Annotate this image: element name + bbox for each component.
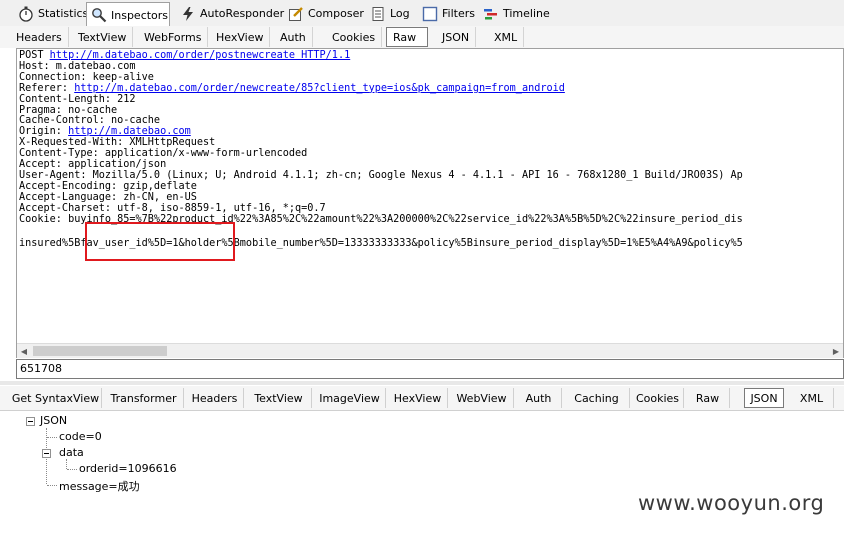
response-tab-cookies[interactable]: Cookies xyxy=(632,388,684,408)
scroll-left-icon[interactable]: ◀ xyxy=(17,344,31,358)
magnifier-icon xyxy=(91,7,107,23)
timeline-icon xyxy=(483,6,499,22)
stopwatch-icon xyxy=(18,6,34,22)
highlight-box xyxy=(85,222,235,261)
tab-log-label: Log xyxy=(390,7,410,20)
find-input[interactable]: 651708 xyxy=(16,359,844,379)
request-tab-xml[interactable]: XML xyxy=(488,27,525,47)
tab-timeline[interactable]: Timeline xyxy=(479,3,554,24)
raw-request-textarea[interactable]: POST http://m.datebao.com/order/postnewc… xyxy=(16,48,844,358)
header-origin-label: Origin: xyxy=(19,126,69,138)
response-tab-webview[interactable]: WebView xyxy=(450,388,514,408)
response-tab-hexview[interactable]: HexView xyxy=(388,388,448,408)
request-tab-json[interactable]: JSON xyxy=(436,27,477,47)
request-tab-headers[interactable]: Headers xyxy=(10,27,69,47)
request-tab-cookies[interactable]: Cookies xyxy=(326,27,383,47)
json-root-collapse-icon[interactable] xyxy=(26,417,35,426)
json-root-node[interactable]: JSON xyxy=(40,414,67,427)
response-tab-auth[interactable]: Auth xyxy=(516,388,562,408)
scroll-right-icon[interactable]: ▶ xyxy=(829,344,843,358)
origin-url-link[interactable]: http://m.datebao.com xyxy=(68,126,191,137)
header-referer-label: Referer: xyxy=(19,82,75,94)
tab-autoresponder-label: AutoResponder xyxy=(200,7,285,20)
response-tab-json[interactable]: JSON xyxy=(744,388,784,408)
header-content-length: Content-Length: 212 xyxy=(19,93,136,105)
tab-composer-label: Composer xyxy=(308,7,364,20)
tab-inspectors[interactable]: Inspectors xyxy=(86,2,170,27)
json-node-code[interactable]: code=0 xyxy=(59,430,102,443)
response-tab-caching[interactable]: Caching xyxy=(564,388,630,408)
response-tab-textview[interactable]: TextView xyxy=(246,388,312,408)
main-tab-bar: Statistics Inspectors AutoResponder Comp… xyxy=(0,0,844,27)
header-cache-control: Cache-Control: no-cache xyxy=(19,115,161,127)
json-node-data[interactable]: data xyxy=(59,446,84,459)
header-accept-language: Accept-Language: zh-CN, en-US xyxy=(19,191,197,203)
response-tab-bar: Get SyntaxView Transformer Headers TextV… xyxy=(0,386,844,411)
watermark-text: www.wooyun.org xyxy=(638,491,825,515)
header-x-requested-with: X-Requested-With: XMLHttpRequest xyxy=(19,137,216,149)
tab-timeline-label: Timeline xyxy=(503,7,550,20)
referer-url-link[interactable]: http://m.datebao.com/order/newcreate/85?… xyxy=(74,83,565,94)
header-pragma: Pragma: no-cache xyxy=(19,104,118,116)
request-tab-textview[interactable]: TextView xyxy=(72,27,134,47)
checkbox-icon xyxy=(422,6,438,22)
request-tab-webforms[interactable]: WebForms xyxy=(138,27,209,47)
header-connection: Connection: keep-alive xyxy=(19,71,154,83)
tab-filters[interactable]: Filters xyxy=(418,3,479,24)
request-tab-raw[interactable]: Raw xyxy=(386,27,428,47)
request-url-link[interactable]: http://m.datebao.com/order/postnewcreate… xyxy=(50,50,351,61)
tree-line xyxy=(66,459,67,469)
json-node-orderid[interactable]: orderid=1096616 xyxy=(79,462,177,475)
raw-request-headers: POST http://m.datebao.com/order/postnewc… xyxy=(19,50,743,226)
tab-log[interactable]: Log xyxy=(366,3,414,24)
header-host: Host: m.datebao.com xyxy=(19,60,136,72)
response-tab-get-syntaxview[interactable]: Get SyntaxView xyxy=(10,388,102,408)
tab-filters-label: Filters xyxy=(442,7,475,20)
json-data-collapse-icon[interactable] xyxy=(42,449,51,458)
tree-line xyxy=(47,437,57,438)
header-accept: Accept: application/json xyxy=(19,159,167,171)
tab-composer[interactable]: Composer xyxy=(284,3,368,24)
tab-statistics-label: Statistics xyxy=(38,7,89,20)
header-accept-encoding: Accept-Encoding: gzip,deflate xyxy=(19,180,197,192)
response-tab-xml[interactable]: XML xyxy=(790,388,834,408)
log-icon xyxy=(370,6,386,22)
response-tab-raw[interactable]: Raw xyxy=(686,388,730,408)
pencil-icon xyxy=(288,6,304,22)
tab-statistics[interactable]: Statistics xyxy=(14,3,92,24)
request-tab-auth[interactable]: Auth xyxy=(274,27,313,47)
header-user-agent: User-Agent: Mozilla/5.0 (Linux; U; Andro… xyxy=(19,169,743,181)
horizontal-scrollbar[interactable]: ◀ ▶ xyxy=(17,343,843,358)
tab-autoresponder[interactable]: AutoResponder xyxy=(176,3,288,24)
pane-splitter[interactable] xyxy=(0,381,844,385)
request-method: POST xyxy=(19,50,50,61)
tree-line xyxy=(47,485,57,486)
response-tab-headers[interactable]: Headers xyxy=(186,388,244,408)
lightning-icon xyxy=(180,6,196,22)
response-tab-transformer[interactable]: Transformer xyxy=(104,388,184,408)
header-content-type: Content-Type: application/x-www-form-url… xyxy=(19,148,308,160)
request-tab-bar: Headers TextView WebForms HexView Auth C… xyxy=(0,26,844,48)
scroll-thumb[interactable] xyxy=(33,346,167,356)
request-tab-hexview[interactable]: HexView xyxy=(210,27,271,47)
tree-line xyxy=(67,469,77,470)
header-accept-charset: Accept-Charset: utf-8, iso-8859-1, utf-1… xyxy=(19,202,326,214)
json-node-message[interactable]: message=成功 xyxy=(59,478,140,494)
response-tab-imageview[interactable]: ImageView xyxy=(314,388,386,408)
tab-inspectors-label: Inspectors xyxy=(111,8,169,22)
